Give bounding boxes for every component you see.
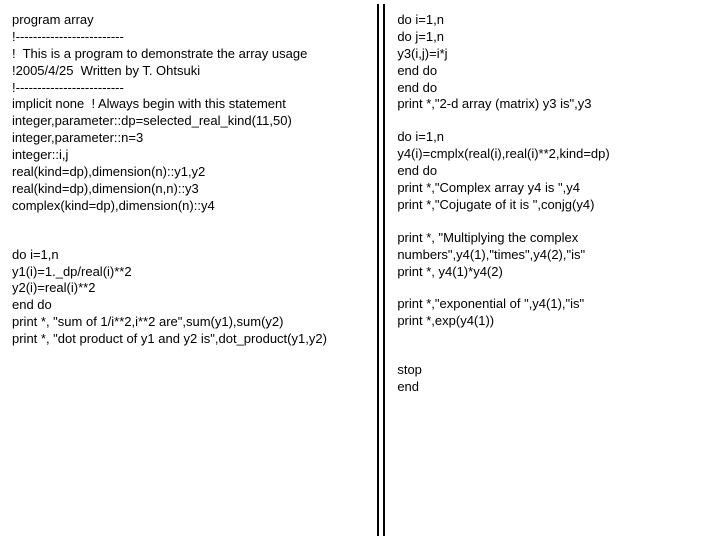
code-line: integer::i,j	[12, 147, 369, 164]
code-block-complex: do i=1,n y4(i)=cmplx(real(i),real(i)**2,…	[397, 129, 712, 213]
code-line: end do	[12, 297, 369, 314]
column-divider	[377, 4, 385, 536]
code-line: end do	[397, 63, 712, 80]
spacer	[12, 215, 369, 247]
code-line: !-------------------------	[12, 29, 369, 46]
code-line: real(kind=dp),dimension(n,n)::y3	[12, 181, 369, 198]
code-block-exp: print *,"exponential of ",y4(1),"is" pri…	[397, 296, 712, 330]
spacer	[397, 280, 712, 296]
code-line: end	[397, 379, 712, 396]
code-line: print *, y4(1)*y4(2)	[397, 264, 712, 281]
code-line: print *, "dot product of y1 and y2 is",d…	[12, 331, 369, 348]
code-line: do i=1,n	[397, 12, 712, 29]
code-line: do i=1,n	[397, 129, 712, 146]
code-line: print *,"exponential of ",y4(1),"is"	[397, 296, 712, 313]
code-line: real(kind=dp),dimension(n)::y1,y2	[12, 164, 369, 181]
code-line: print *, "sum of 1/i**2,i**2 are",sum(y1…	[12, 314, 369, 331]
code-line: !2005/4/25 Written by T. Ohtsuki	[12, 63, 369, 80]
code-line: print *, "Multiplying the complex number…	[397, 230, 712, 264]
code-line: print *,"2-d array (matrix) y3 is",y3	[397, 96, 712, 113]
spacer	[397, 214, 712, 230]
code-line: print *,exp(y4(1))	[397, 313, 712, 330]
code-block-mult: print *, "Multiplying the complex number…	[397, 230, 712, 281]
code-line: end do	[397, 80, 712, 97]
code-line: implicit none ! Always begin with this s…	[12, 96, 369, 113]
code-line: stop	[397, 362, 712, 379]
spacer	[397, 330, 712, 362]
code-line: !-------------------------	[12, 80, 369, 97]
code-block-end: stop end	[397, 362, 712, 396]
code-line: do i=1,n	[12, 247, 369, 264]
code-line: integer,parameter::dp=selected_real_kind…	[12, 113, 369, 130]
code-line: print *,"Cojugate of it is ",conjg(y4)	[397, 197, 712, 214]
code-line: ! This is a program to demonstrate the a…	[12, 46, 369, 63]
code-line: y2(i)=real(i)**2	[12, 280, 369, 297]
code-line: print *,"Complex array y4 is ",y4	[397, 180, 712, 197]
code-line: program array	[12, 12, 369, 29]
code-page: program array !-------------------------…	[0, 0, 720, 540]
code-block-loop1: do i=1,n y1(i)=1._dp/real(i)**2 y2(i)=re…	[12, 247, 369, 348]
left-column: program array !-------------------------…	[0, 0, 377, 540]
code-block-loop2: do i=1,n do j=1,n y3(i,j)=i*j end do end…	[397, 12, 712, 113]
code-block-header: program array !-------------------------…	[12, 12, 369, 215]
code-line: integer,parameter::n=3	[12, 130, 369, 147]
code-line: complex(kind=dp),dimension(n)::y4	[12, 198, 369, 215]
code-line: do j=1,n	[397, 29, 712, 46]
code-line: end do	[397, 163, 712, 180]
code-line: y4(i)=cmplx(real(i),real(i)**2,kind=dp)	[397, 146, 712, 163]
spacer	[397, 113, 712, 129]
right-column: do i=1,n do j=1,n y3(i,j)=i*j end do end…	[385, 0, 720, 540]
code-line: y3(i,j)=i*j	[397, 46, 712, 63]
code-line: y1(i)=1._dp/real(i)**2	[12, 264, 369, 281]
